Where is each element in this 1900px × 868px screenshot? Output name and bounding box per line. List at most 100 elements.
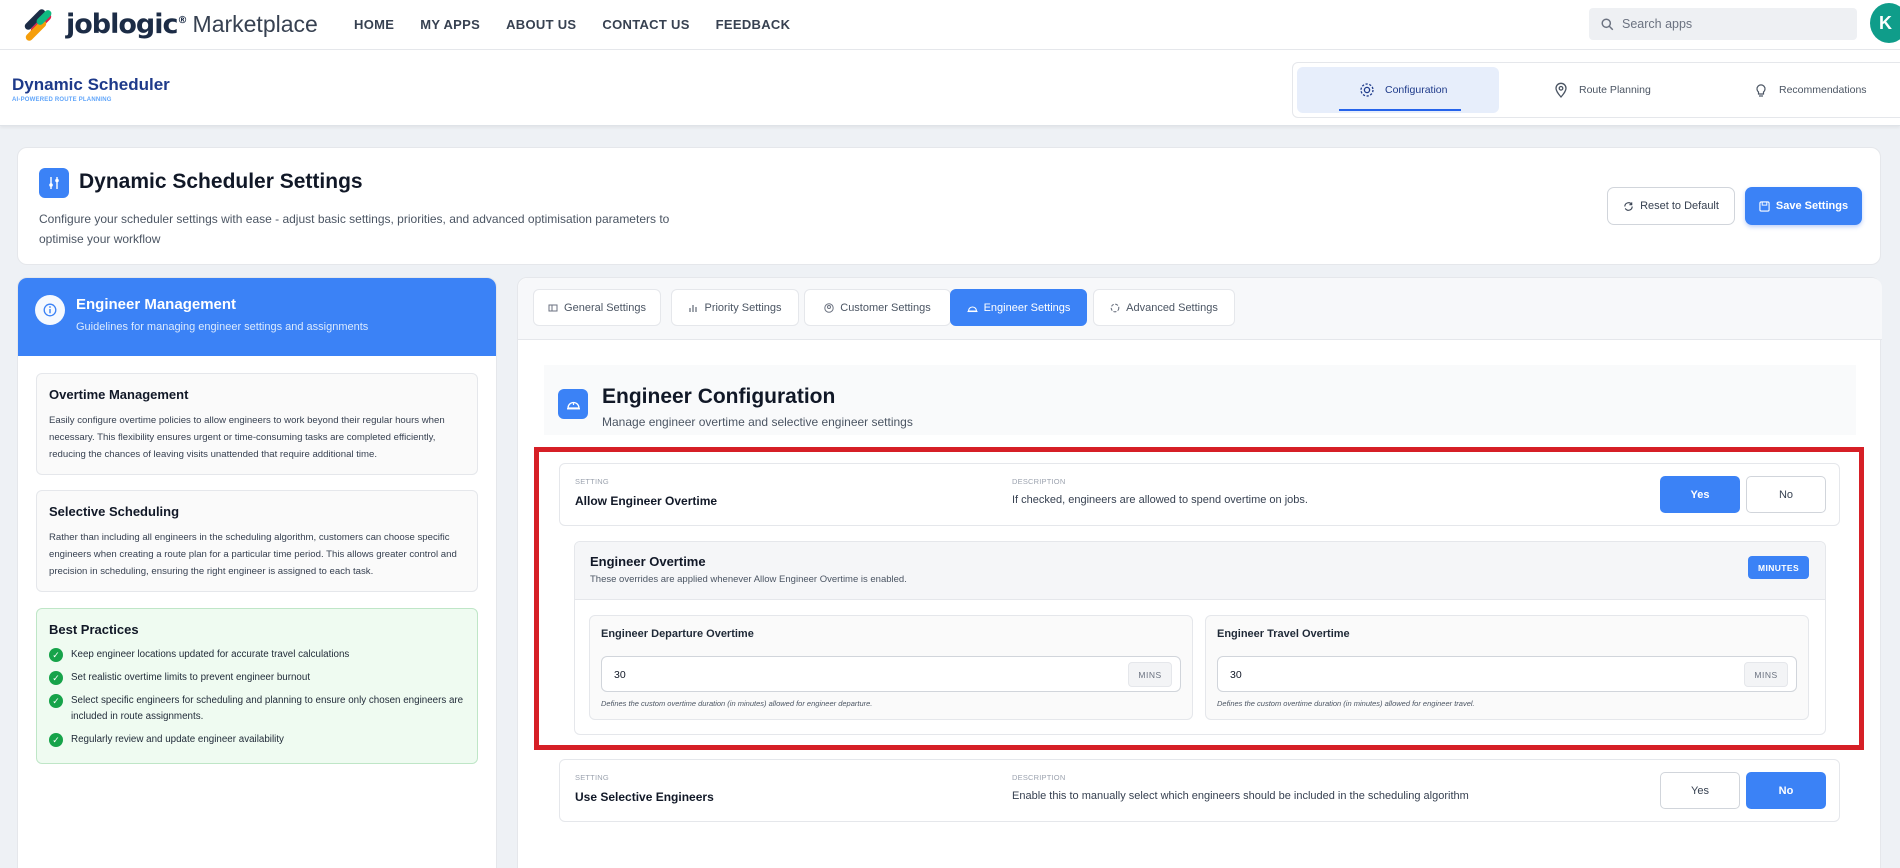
save-label: Save Settings	[1775, 200, 1849, 212]
app-header: Dynamic Scheduler AI-POWERED ROUTE PLANN…	[0, 50, 1900, 126]
list-item: ✓ Select specific engineers for schedulin…	[49, 693, 465, 725]
card-title: Overtime Management	[49, 387, 189, 402]
tab-recommendations-label: Recommendations	[1779, 84, 1867, 96]
setting-row-selective-engineers: SETTING Use Selective Engineers DESCRIPT…	[559, 759, 1840, 822]
info-icon	[35, 295, 65, 325]
product-name: Marketplace	[192, 10, 318, 37]
field-help: Defines the custom overtime duration (in…	[601, 699, 873, 708]
departure-overtime-field: Engineer Departure Overtime 30 MINS Defi…	[589, 615, 1193, 720]
unit-label: MINS	[1744, 662, 1788, 687]
nav-links: HOME MY APPS ABOUT US CONTACT US FEEDBAC…	[354, 17, 790, 32]
card-text: Easily configure overtime policies to al…	[49, 415, 445, 460]
engineer-overtime-box: Engineer Overtime These overrides are ap…	[574, 541, 1826, 735]
search-placeholder: Search apps	[1622, 17, 1693, 31]
lightbulb-icon	[1756, 84, 1766, 97]
settings-tabs: General Settings Priority Settings Custo…	[518, 278, 1882, 340]
best-practices-card: Best Practices ✓ Keep engineer locations …	[36, 608, 478, 764]
setting-name: Use Selective Engineers	[575, 790, 714, 804]
user-circle-icon	[824, 302, 834, 313]
overtime-subtitle: These overrides are applied whenever All…	[590, 574, 907, 585]
gear-icon	[1360, 83, 1374, 97]
brand-registered-mark: ®	[177, 14, 188, 26]
app-subtitle: AI-POWERED ROUTE PLANNING	[12, 97, 112, 103]
search-icon	[1601, 17, 1614, 30]
list-item: ✓ Regularly review and update engineer av…	[49, 732, 465, 748]
section-subtitle: Manage engineer overtime and selective e…	[602, 415, 913, 429]
selective-engineers-yes-button[interactable]: Yes	[1660, 772, 1740, 809]
brand-name: joblogic	[66, 8, 179, 40]
minutes-badge: MINUTES	[1748, 556, 1809, 579]
save-settings-button[interactable]: Save Settings	[1745, 187, 1862, 225]
logo-mark-icon	[20, 6, 60, 43]
list-item: ✓ Keep engineer locations updated for acc…	[49, 647, 465, 663]
refresh-icon	[1624, 201, 1633, 211]
nav-about-us[interactable]: ABOUT US	[506, 17, 576, 32]
section-title: Engineer Configuration	[602, 385, 836, 408]
check-icon: ✓	[49, 671, 63, 685]
list-item: ✓ Set realistic overtime limits to preven…	[49, 670, 465, 686]
settings-icon	[548, 304, 558, 311]
tab-recommendations[interactable]: Recommendations	[1753, 67, 1900, 113]
description-label: DESCRIPTION	[1012, 773, 1066, 782]
selective-engineers-no-button[interactable]: No	[1746, 772, 1826, 809]
field-help: Defines the custom overtime duration (in…	[1217, 699, 1475, 708]
panel-title: Engineer Management	[76, 296, 237, 313]
bar-chart-icon	[689, 304, 698, 312]
departure-overtime-input[interactable]: 30 MINS	[601, 656, 1181, 692]
travel-overtime-input[interactable]: 30 MINS	[1217, 656, 1797, 692]
joblogic-logo[interactable]: joblogic® Marketplace	[20, 6, 318, 43]
tab-engineer-settings[interactable]: Engineer Settings	[950, 289, 1087, 326]
allow-overtime-yes-button[interactable]: Yes	[1660, 476, 1740, 513]
avatar[interactable]: K	[1870, 3, 1900, 43]
loader-icon	[1110, 303, 1120, 312]
engineer-configuration-header: Engineer Configuration Manage engineer o…	[544, 365, 1856, 435]
overtime-management-card: Overtime Management Easily configure ove…	[36, 373, 478, 475]
setting-description: If checked, engineers are allowed to spe…	[1012, 494, 1308, 506]
page-description: Configure your scheduler settings with e…	[39, 212, 670, 246]
engineer-icon	[967, 305, 978, 312]
nav-contact-us[interactable]: CONTACT US	[602, 17, 689, 32]
settings-header-card: Dynamic Scheduler Settings Configure you…	[17, 147, 1881, 265]
setting-description: Enable this to manually select which eng…	[1012, 790, 1469, 802]
check-icon: ✓	[49, 694, 63, 708]
top-navbar: joblogic® Marketplace HOME MY APPS ABOUT…	[0, 0, 1900, 50]
tab-customer-settings[interactable]: Customer Settings	[804, 289, 951, 326]
nav-my-apps[interactable]: MY APPS	[420, 17, 480, 32]
field-label: Engineer Departure Overtime	[601, 628, 754, 640]
save-icon	[1759, 200, 1770, 212]
setting-label: SETTING	[575, 477, 609, 486]
overtime-title: Engineer Overtime	[590, 554, 706, 569]
tab-configuration-label: Configuration	[1385, 84, 1448, 96]
setting-row-allow-overtime: SETTING Allow Engineer Overtime DESCRIPT…	[559, 463, 1840, 526]
search-input[interactable]: Search apps	[1589, 8, 1857, 40]
allow-overtime-no-button[interactable]: No	[1746, 476, 1826, 513]
reset-to-default-button[interactable]: Reset to Default	[1607, 187, 1735, 225]
tab-configuration[interactable]: Configuration	[1297, 67, 1499, 113]
unit-label: MINS	[1128, 662, 1172, 687]
selective-scheduling-card: Selective Scheduling Rather than includi…	[36, 490, 478, 592]
overtime-header: Engineer Overtime These overrides are ap…	[575, 542, 1825, 600]
panel-subtitle: Guidelines for managing engineer setting…	[76, 321, 369, 333]
check-icon: ✓	[49, 648, 63, 662]
input-value: 30	[614, 669, 626, 681]
check-icon: ✓	[49, 733, 63, 747]
field-label: Engineer Travel Overtime	[1217, 628, 1350, 640]
map-pin-icon	[1555, 82, 1567, 98]
nav-feedback[interactable]: FEEDBACK	[716, 17, 791, 32]
tab-route-planning[interactable]: Route Planning	[1553, 67, 1713, 113]
nav-home[interactable]: HOME	[354, 17, 394, 32]
tab-general-settings[interactable]: General Settings	[533, 289, 661, 326]
setting-name: Allow Engineer Overtime	[575, 494, 718, 508]
tab-priority-settings[interactable]: Priority Settings	[671, 289, 799, 326]
card-text: Rather than including all engineers in t…	[49, 532, 457, 577]
travel-overtime-field: Engineer Travel Overtime 30 MINS Defines…	[1205, 615, 1809, 720]
sliders-icon	[39, 168, 69, 198]
input-value: 30	[1230, 669, 1242, 681]
engineer-management-panel: Engineer Management Guidelines for manag…	[17, 277, 497, 868]
settings-panel: General Settings Priority Settings Custo…	[517, 277, 1882, 868]
setting-label: SETTING	[575, 773, 609, 782]
description-label: DESCRIPTION	[1012, 477, 1066, 486]
engineer-icon	[558, 389, 588, 419]
reset-label: Reset to Default	[1640, 200, 1719, 212]
tab-advanced-settings[interactable]: Advanced Settings	[1093, 289, 1235, 326]
